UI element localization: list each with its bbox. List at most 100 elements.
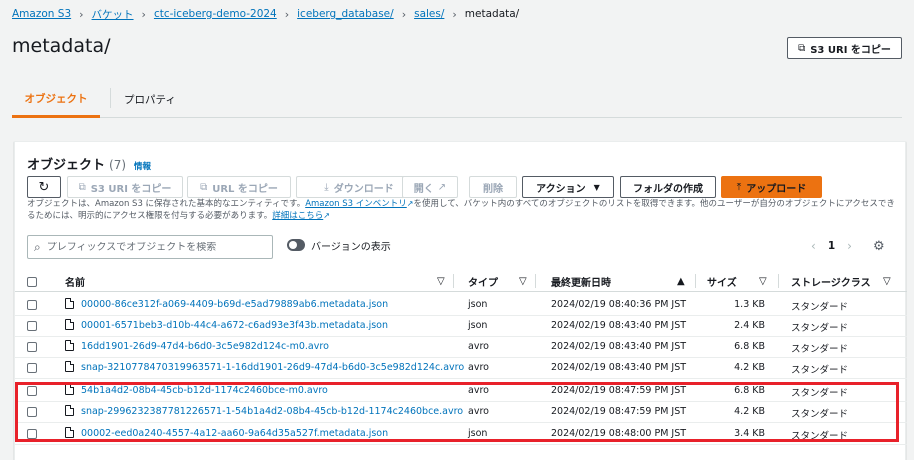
objects-description: オブジェクトは、Amazon S3 に保存された基本的なエンティティです。Ama… <box>27 198 895 222</box>
delete-button[interactable]: 削除 <box>469 176 517 198</box>
object-last-modified: 2024/02/19 08:40:36 PM JST <box>551 299 687 310</box>
row-checkbox[interactable] <box>27 342 37 355</box>
file-icon <box>65 427 74 438</box>
row-checkbox[interactable] <box>27 386 37 399</box>
object-storage-class: スタンダード <box>791 365 849 376</box>
chevron-right-icon: › <box>284 7 290 21</box>
column-size[interactable]: サイズ <box>707 274 737 289</box>
object-storage-class: スタンダード <box>791 431 849 442</box>
table-row[interactable]: snap-2996232387781226571-1-54b1a4d2-08b4… <box>15 402 907 423</box>
object-name-link[interactable]: 00002-eed0a240-4557-4a12-aa60-9a64d35a52… <box>81 428 388 439</box>
actions-dropdown[interactable]: アクション ▼ <box>522 176 614 198</box>
copy-url-label: URL をコピー <box>212 183 278 195</box>
object-name-link[interactable]: snap-3210778470319963571-1-16dd1901-26d9… <box>81 362 464 373</box>
column-storage-class-label: ストレージクラス <box>791 277 871 289</box>
column-type-label: タイプ <box>468 277 498 289</box>
object-name-link[interactable]: 16dd1901-26d9-47d4-b6d0-3c5e982d124c-m0.… <box>81 341 329 352</box>
table-row[interactable]: 00001-6571beb3-d10b-44c4-a672-c6ad93e3f4… <box>15 316 907 337</box>
external-link-icon: ↗ <box>437 181 447 193</box>
learn-more-link[interactable]: 詳細はこちら <box>272 211 323 221</box>
row-checkbox[interactable] <box>27 321 37 334</box>
column-storage-class[interactable]: ストレージクラス <box>791 274 871 289</box>
checkbox-box <box>27 363 37 373</box>
gear-icon[interactable]: ⚙ <box>873 239 885 254</box>
chevron-right-icon: › <box>79 7 84 21</box>
upload-label: アップロード <box>746 183 807 195</box>
open-button[interactable]: 開く ↗ <box>402 176 458 198</box>
panel-title: オブジェクト <box>27 158 106 173</box>
object-type: avro <box>468 362 489 373</box>
current-page[interactable]: 1 <box>828 240 835 252</box>
pagination: ‹ 1 › <box>811 239 852 253</box>
object-name-link[interactable]: snap-2996232387781226571-1-54b1a4d2-08b4… <box>81 406 463 417</box>
sort-icon[interactable]: ▽ <box>519 274 527 288</box>
table-row[interactable]: snap-3210778470319963571-1-16dd1901-26d9… <box>15 358 907 379</box>
breadcrumb-buckets[interactable]: バケット <box>92 7 134 22</box>
copy-url-button[interactable]: ⧉ URL をコピー <box>187 176 291 198</box>
table-row[interactable]: 16dd1901-26d9-47d4-b6d0-3c5e982d124c-m0.… <box>15 337 907 358</box>
column-name[interactable]: 名前 <box>65 274 85 289</box>
table-row[interactable]: 00000-86ce312f-a069-4409-b69d-e5ad79889a… <box>15 295 907 316</box>
object-last-modified: 2024/02/19 08:47:59 PM JST <box>551 406 687 417</box>
sort-icon[interactable]: ▽ <box>759 274 767 288</box>
row-checkbox[interactable] <box>27 300 37 313</box>
object-last-modified: 2024/02/19 08:47:59 PM JST <box>551 385 687 396</box>
object-name-link[interactable]: 00000-86ce312f-a069-4409-b69d-e5ad79889a… <box>81 299 388 310</box>
object-size: 2.4 KB <box>734 320 765 331</box>
info-link[interactable]: 情報 <box>134 160 151 172</box>
show-versions-toggle[interactable] <box>287 239 305 251</box>
file-icon <box>65 405 74 416</box>
object-name-link[interactable]: 00001-6571beb3-d10b-44c4-a672-c6ad93e3f4… <box>81 320 388 331</box>
object-size: 4.2 KB <box>734 362 765 373</box>
delete-label: 削除 <box>483 183 503 195</box>
object-size: 6.8 KB <box>734 341 765 352</box>
file-icon <box>65 361 74 372</box>
checkbox-box <box>27 342 37 352</box>
select-all-checkbox[interactable] <box>27 275 37 289</box>
breadcrumb-amazon-s3[interactable]: Amazon S3 <box>12 8 71 20</box>
sort-icon[interactable]: ▽ <box>883 274 891 288</box>
table-row[interactable]: 54b1a4d2-08b4-45cb-b12d-1174c2460bce-m0.… <box>15 381 907 402</box>
row-checkbox[interactable] <box>27 429 37 442</box>
table-header: 名前 ▽ タイプ ▽ 最終更新日時 ▲ サイズ ▽ ストレージクラス ▽ <box>15 270 907 292</box>
breadcrumb-sales[interactable]: sales/ <box>414 8 444 20</box>
upload-icon: ⤒ <box>736 181 742 193</box>
next-page-icon[interactable]: › <box>847 239 852 253</box>
copy-s3-uri-label: S3 URI をコピー <box>810 44 891 56</box>
object-last-modified: 2024/02/19 08:43:40 PM JST <box>551 362 687 373</box>
panel-header: オブジェクト (7) 情報 <box>27 154 151 173</box>
object-type: avro <box>468 341 489 352</box>
copy-icon: ⧉ <box>78 181 86 193</box>
file-icon <box>65 319 74 330</box>
tab-objects[interactable]: オブジェクト <box>12 82 100 118</box>
breadcrumb-bucket[interactable]: ctc-iceberg-demo-2024 <box>154 8 277 20</box>
breadcrumb-database[interactable]: iceberg_database/ <box>297 8 394 20</box>
inventory-link[interactable]: Amazon S3 インベントリ <box>305 199 407 209</box>
description-part1: オブジェクトは、Amazon S3 に保存された基本的なエンティティです。 <box>27 199 306 209</box>
refresh-button[interactable]: ↻ <box>27 176 61 198</box>
row-checkbox[interactable] <box>27 407 37 420</box>
row-checkbox[interactable] <box>27 363 37 376</box>
checkbox-box <box>27 407 37 417</box>
table-row[interactable]: 00002-eed0a240-4557-4a12-aa60-9a64d35a52… <box>15 424 907 445</box>
object-name-link[interactable]: 54b1a4d2-08b4-45cb-b12d-1174c2460bce-m0.… <box>81 385 328 396</box>
tab-properties[interactable]: プロパティ <box>112 82 176 116</box>
object-storage-class: スタンダード <box>791 302 849 313</box>
column-type[interactable]: タイプ <box>468 274 498 289</box>
search-input[interactable] <box>46 241 257 253</box>
object-type: avro <box>468 406 489 417</box>
breadcrumb-current: metadata/ <box>464 8 520 20</box>
sort-icon[interactable]: ▽ <box>437 274 445 288</box>
object-size: 3.4 KB <box>734 428 765 439</box>
object-size: 6.8 KB <box>734 385 765 396</box>
object-last-modified: 2024/02/19 08:48:00 PM JST <box>551 428 687 439</box>
copy-s3-uri-button[interactable]: ⧉ S3 URI をコピー <box>787 37 902 59</box>
upload-button[interactable]: ⤒ アップロード <box>721 176 822 198</box>
column-last-modified[interactable]: 最終更新日時 <box>551 274 611 289</box>
object-type: avro <box>468 385 489 396</box>
create-folder-button[interactable]: フォルダの作成 <box>620 176 716 198</box>
open-label: 開く <box>413 183 434 195</box>
prev-page-icon[interactable]: ‹ <box>811 239 816 253</box>
copy-s3-uri-toolbar-button[interactable]: ⧉ S3 URI をコピー <box>67 176 183 198</box>
sort-ascending-icon[interactable]: ▲ <box>677 274 685 288</box>
